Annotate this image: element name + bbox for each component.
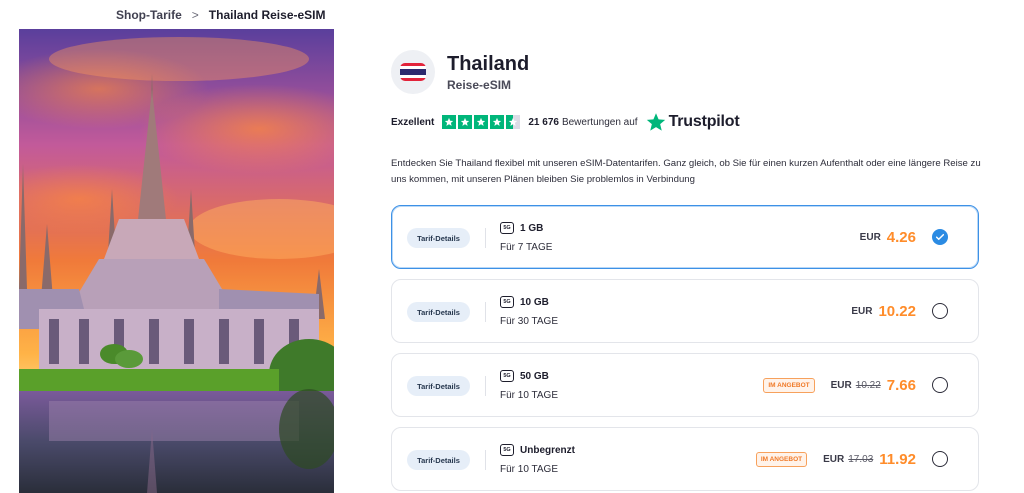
plan-duration: Für 7 TAGE	[500, 242, 553, 253]
trustpilot-brand: Trustpilot	[668, 113, 740, 130]
tarif-details-button[interactable]: Tarif-Details	[407, 228, 470, 248]
rating-word: Exzellent	[391, 116, 435, 128]
plan-duration: Für 10 TAGE	[500, 464, 558, 475]
old-price: 10.22	[855, 379, 881, 391]
star-icon	[442, 115, 457, 129]
old-price: 17.03	[848, 453, 874, 465]
thailand-flag-icon	[391, 50, 435, 94]
product-header: Thailand Reise-eSIM	[391, 50, 529, 94]
5g-icon: 5G	[500, 370, 514, 382]
plan-option-50gb[interactable]: Tarif-Details 5G 50 GB Für 10 TAGE IM AN…	[391, 353, 979, 417]
plan-volume: 1 GB	[520, 222, 544, 234]
breadcrumb-separator: >	[191, 8, 199, 22]
currency-label: EUR	[830, 379, 852, 391]
plan-radio[interactable]	[932, 377, 948, 393]
trustpilot-rating[interactable]: Exzellent 21 676 Bewertungen auf Trustpi…	[391, 112, 740, 132]
breadcrumb: Shop-Tarife > Thailand Reise-eSIM	[116, 8, 326, 22]
review-count-suffix: Bewertungen auf	[561, 116, 638, 128]
plan-price: 11.92	[879, 450, 916, 468]
plan-radio[interactable]	[932, 303, 948, 319]
page-subtitle: Reise-eSIM	[447, 78, 512, 92]
plan-price: 4.26	[886, 228, 916, 246]
star-icon	[490, 115, 505, 129]
tarif-details-button[interactable]: Tarif-Details	[407, 376, 470, 396]
tarif-details-button[interactable]: Tarif-Details	[407, 450, 470, 470]
divider	[485, 228, 486, 248]
rating-stars	[442, 115, 521, 129]
check-icon	[935, 233, 945, 241]
half-star-icon	[506, 115, 521, 129]
plan-radio[interactable]	[932, 451, 948, 467]
trustpilot-logo[interactable]: Trustpilot	[646, 112, 740, 132]
star-icon	[474, 115, 489, 129]
plan-list: Tarif-Details 5G 1 GB Für 7 TAGE EUR 4.2…	[391, 205, 979, 493]
plan-duration: Für 30 TAGE	[500, 316, 558, 327]
plan-price: 10.22	[878, 302, 916, 320]
plan-radio-checked[interactable]	[932, 229, 948, 245]
star-icon	[458, 115, 473, 129]
trustpilot-star-icon	[646, 113, 665, 131]
plan-volume: Unbegrenzt	[520, 444, 575, 456]
plan-price: 7.66	[886, 376, 916, 394]
offer-badge: IM ANGEBOT	[763, 377, 815, 393]
divider	[485, 302, 486, 322]
page-title: Thailand	[447, 53, 530, 75]
offer-badge: IM ANGEBOT	[755, 451, 808, 467]
tarif-details-button[interactable]: Tarif-Details	[407, 302, 470, 322]
breadcrumb-link-shop-tarife[interactable]: Shop-Tarife	[116, 8, 182, 22]
plan-volume: 50 GB	[520, 370, 549, 382]
product-description: Entdecken Sie Thailand flexibel mit unse…	[391, 158, 981, 185]
breadcrumb-current: Thailand Reise-eSIM	[208, 8, 326, 22]
plan-option-10gb[interactable]: Tarif-Details 5G 10 GB Für 30 TAGE EUR 1…	[391, 279, 979, 343]
plan-option-1gb[interactable]: Tarif-Details 5G 1 GB Für 7 TAGE EUR 4.2…	[391, 205, 979, 269]
5g-icon: 5G	[500, 222, 514, 234]
divider	[485, 376, 486, 396]
divider	[485, 450, 486, 470]
currency-label: EUR	[823, 453, 845, 465]
currency-label: EUR	[851, 305, 873, 317]
plan-duration: Für 10 TAGE	[500, 390, 558, 401]
plan-option-unlimited[interactable]: Tarif-Details 5G Unbegrenzt Für 10 TAGE …	[391, 427, 979, 491]
plan-volume: 10 GB	[520, 296, 549, 308]
review-count: 21 676	[528, 116, 559, 128]
destination-hero-image	[19, 29, 334, 493]
5g-icon: 5G	[500, 296, 514, 308]
currency-label: EUR	[859, 231, 881, 243]
5g-icon: 5G	[500, 444, 514, 456]
